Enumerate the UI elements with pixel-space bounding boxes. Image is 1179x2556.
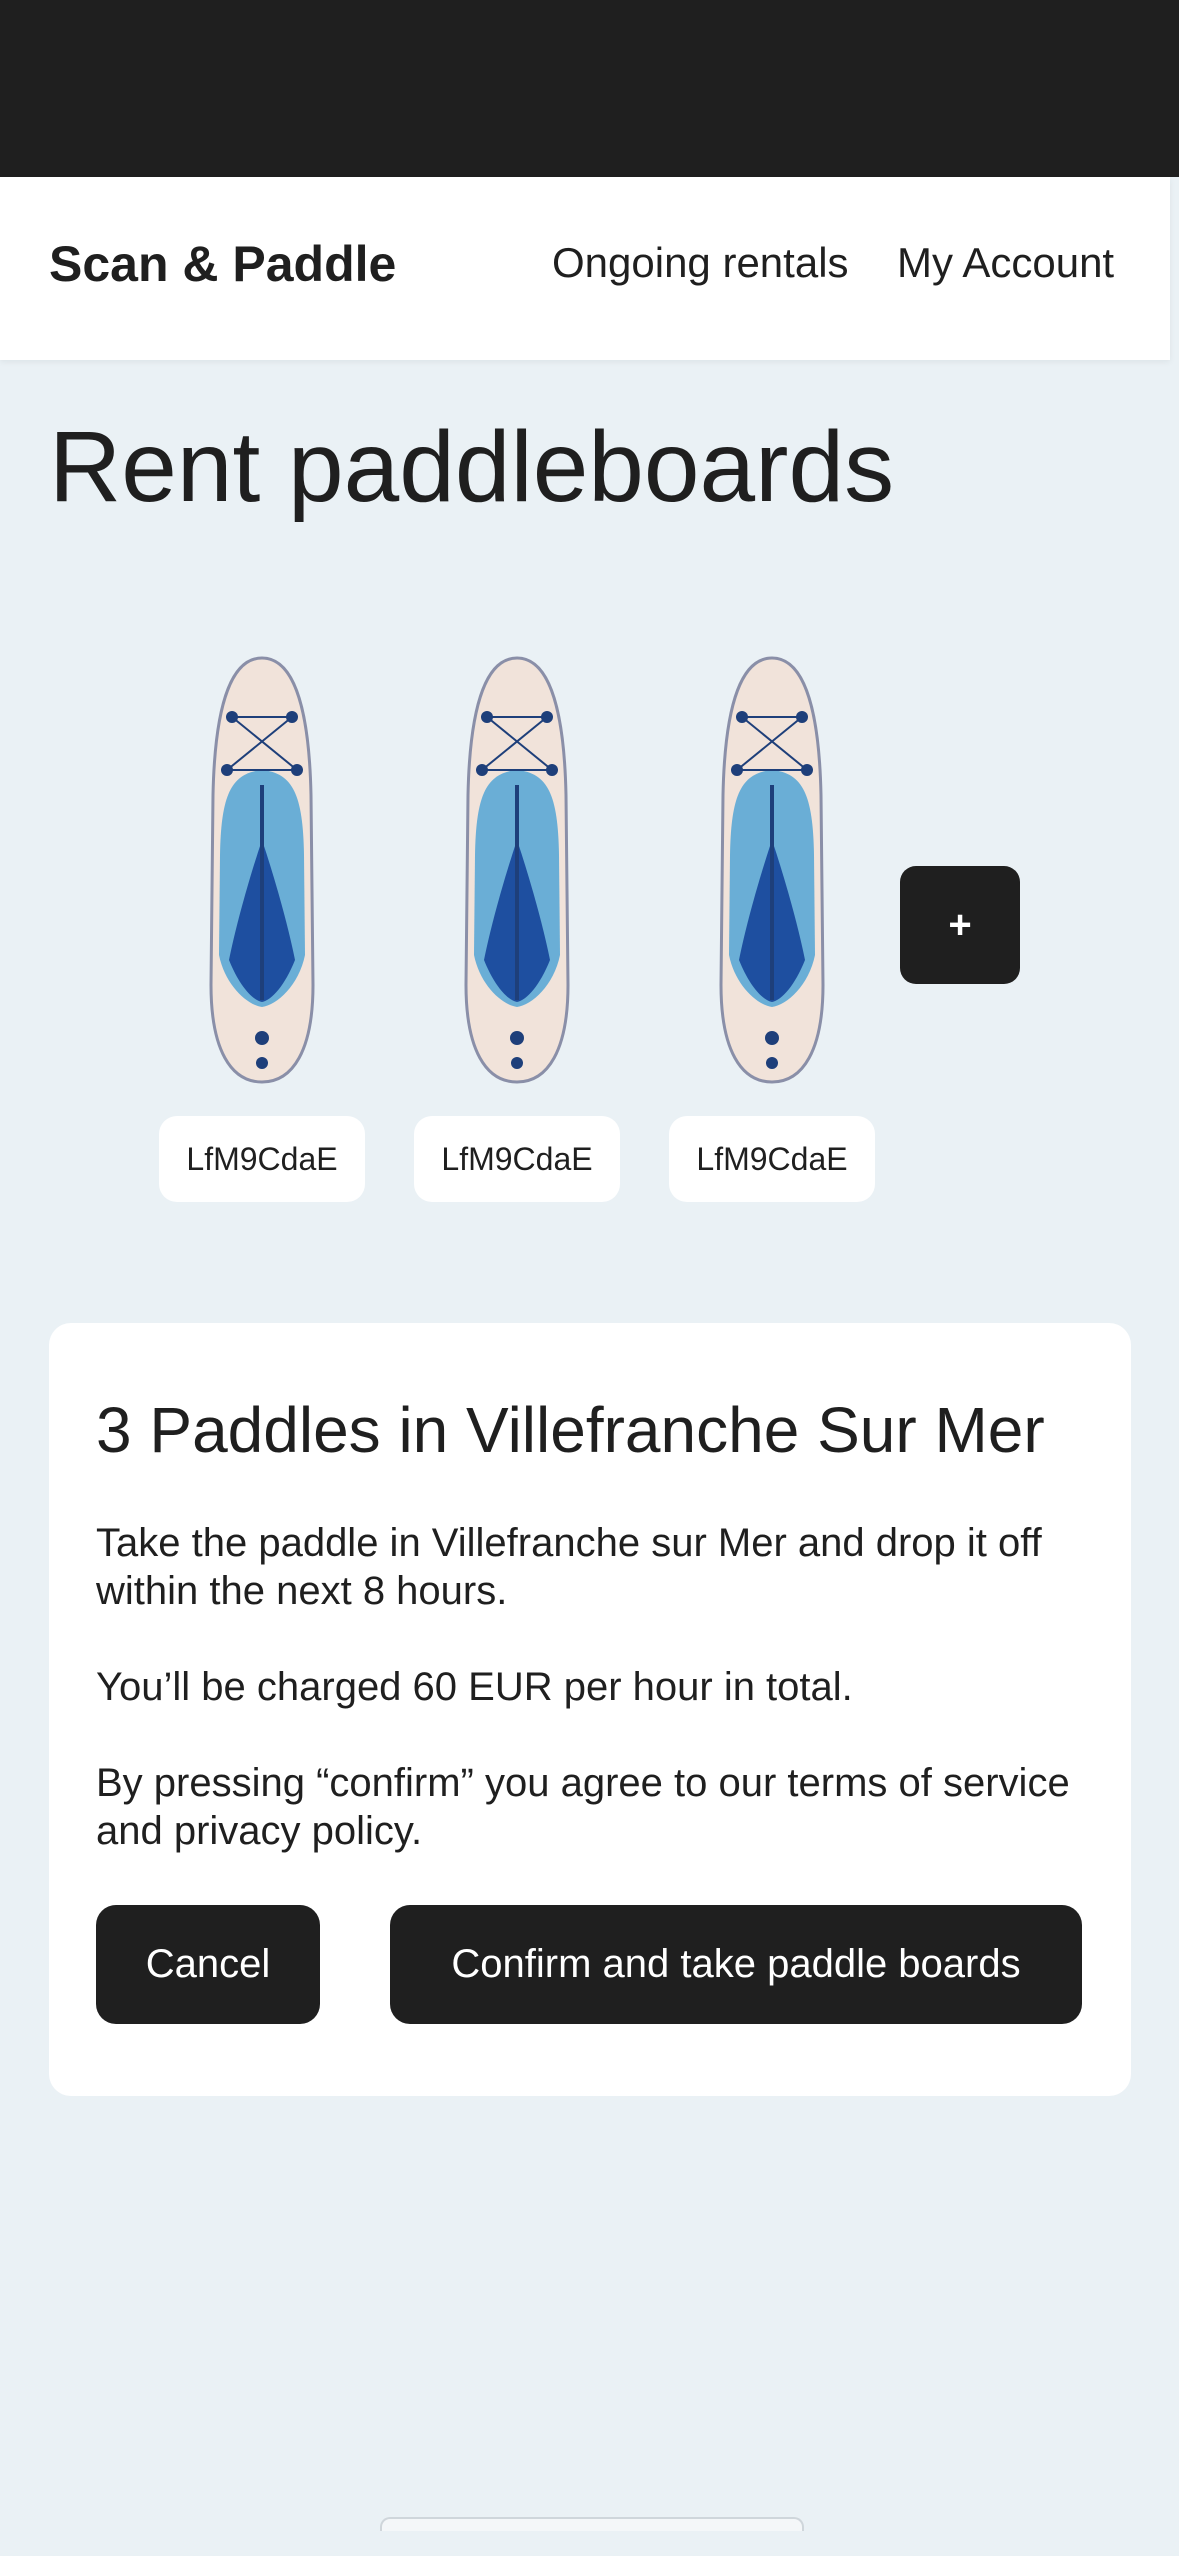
rental-charge-text: You’ll be charged 60 EUR per hour in tot…: [96, 1665, 853, 1709]
page-title: Rent paddleboards: [49, 411, 895, 523]
board-code-tag[interactable]: LfM9CdaE: [159, 1116, 365, 1202]
board-code-tag[interactable]: LfM9CdaE: [414, 1116, 620, 1202]
paddleboard-image: [719, 656, 825, 1084]
paddleboard-image: [464, 656, 570, 1084]
board-code-tag[interactable]: LfM9CdaE: [669, 1116, 875, 1202]
rental-description: Take the paddle in Villefranche sur Mer …: [96, 1521, 1042, 1613]
nav-my-account[interactable]: My Account: [897, 239, 1114, 287]
cancel-button[interactable]: Cancel: [96, 1905, 320, 2024]
rental-summary-title: 3 Paddles in Villefranche Sur Mer: [96, 1394, 1045, 1466]
status-bar: [0, 0, 1179, 177]
brand-logo-text[interactable]: Scan & Paddle: [49, 235, 396, 293]
add-board-button[interactable]: +: [900, 866, 1020, 984]
nav-ongoing-rentals[interactable]: Ongoing rentals: [552, 239, 849, 287]
top-navbar: Scan & Paddle Ongoing rentals My Account: [0, 177, 1170, 360]
rental-summary-card: 3 Paddles in Villefranche Sur Mer Take t…: [49, 1323, 1131, 2096]
confirm-button[interactable]: Confirm and take paddle boards: [390, 1905, 1082, 2024]
home-indicator: [380, 2517, 804, 2531]
terms-notice: By pressing “confirm” you agree to our t…: [96, 1761, 1070, 1853]
paddleboard-image: [209, 656, 315, 1084]
